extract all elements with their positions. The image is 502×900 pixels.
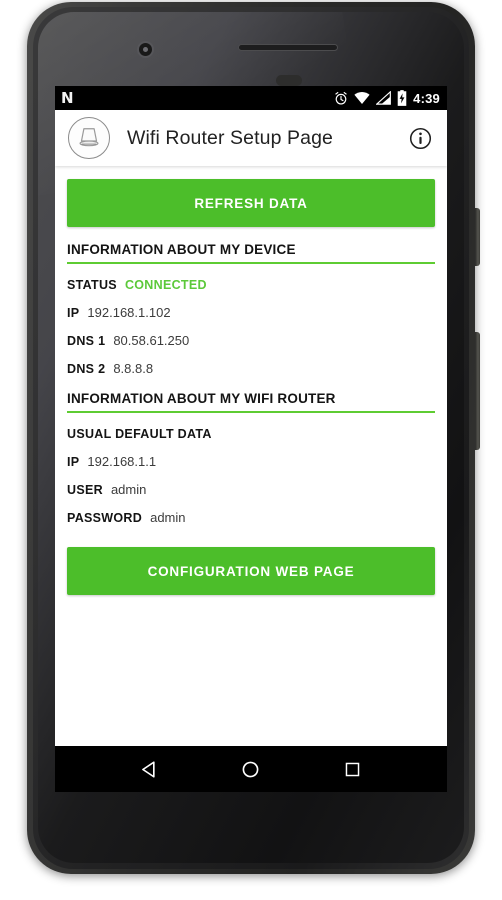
row-value: admin [150, 510, 186, 525]
row-label: DNS 1 [67, 334, 106, 348]
device-row-dns2: DNS 2 8.8.8.8 [67, 361, 435, 376]
refresh-data-button[interactable]: REFRESH DATA [67, 179, 435, 227]
router-row-user: USER admin [67, 482, 435, 497]
router-subsection-header: USUAL DEFAULT DATA [67, 427, 212, 441]
screenshot-stage: N 4:39 Wifi Router Setup Page REFRESH DA… [0, 0, 502, 900]
status-bar-left: N [61, 88, 74, 107]
device-row-status: STATUS CONNECTED [67, 278, 435, 292]
back-button[interactable] [127, 746, 173, 792]
earpiece-speaker [238, 44, 338, 51]
row-label: STATUS [67, 278, 117, 292]
row-label: IP [67, 455, 80, 469]
home-button[interactable] [228, 746, 274, 792]
status-badge: CONNECTED [124, 278, 207, 292]
alarm-icon [335, 91, 348, 105]
row-value: 192.168.1.1 [87, 454, 157, 469]
front-camera-icon [137, 41, 154, 58]
row-label: IP [67, 306, 80, 320]
app-toolbar: Wifi Router Setup Page [55, 110, 447, 166]
page-title: Wifi Router Setup Page [127, 126, 333, 149]
row-value: 192.168.1.102 [87, 305, 171, 320]
home-circle-icon [243, 761, 259, 777]
row-label: USER [67, 483, 103, 497]
device-row-dns1: DNS 1 80.58.61.250 [67, 333, 435, 348]
proximity-sensor [276, 75, 302, 86]
recents-square-icon [345, 762, 360, 776]
row-label: DNS 2 [67, 362, 106, 376]
status-bar-clock: 4:39 [413, 90, 440, 106]
row-value: admin [110, 482, 147, 497]
battery-charging-icon [397, 90, 407, 106]
configuration-web-page-button[interactable]: CONFIGURATION WEB PAGE [67, 547, 435, 595]
android-nav-bar [55, 746, 447, 792]
row-value: 8.8.8.8 [113, 361, 154, 376]
android-status-bar: N 4:39 [55, 86, 447, 110]
router-row-password: PASSWORD admin [67, 510, 435, 525]
wifi-icon [354, 92, 370, 104]
power-button[interactable] [475, 208, 480, 266]
row-value: 80.58.61.250 [113, 333, 190, 348]
row-label: PASSWORD [67, 511, 143, 525]
volume-rocker-button[interactable] [475, 332, 480, 450]
device-section-header: INFORMATION ABOUT MY DEVICE [67, 242, 435, 264]
device-row-ip: IP 192.168.1.102 [67, 305, 435, 320]
status-bar-right: 4:39 [334, 90, 440, 106]
router-row-ip: IP 192.168.1.1 [67, 454, 435, 469]
info-icon[interactable] [407, 125, 433, 151]
cell-signal-icon [376, 91, 392, 105]
router-logo-icon [68, 117, 110, 159]
phone-screen: N 4:39 Wifi Router Setup Page REFRESH DA… [55, 86, 447, 792]
router-section-header: INFORMATION ABOUT MY WIFI ROUTER [67, 391, 435, 413]
android-nougat-n-icon: N [61, 88, 74, 107]
recents-button[interactable] [329, 746, 375, 792]
back-triangle-icon [142, 760, 155, 778]
main-content: REFRESH DATA INFORMATION ABOUT MY DEVICE… [55, 179, 447, 759]
